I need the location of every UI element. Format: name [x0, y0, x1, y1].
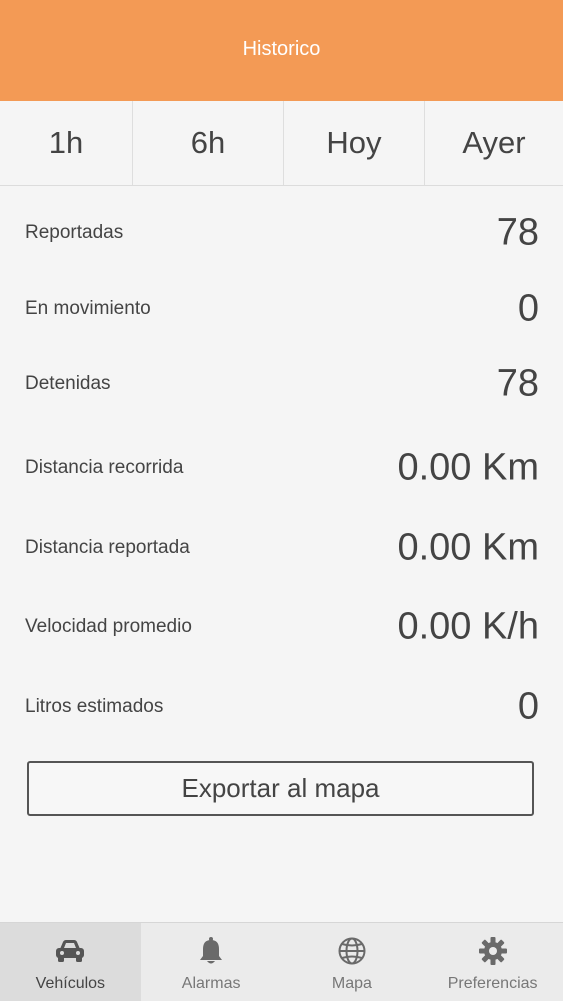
- stat-row-reportadas: Reportadas 78: [0, 203, 563, 263]
- stat-row-distancia-reportada: Distancia reportada 0.00 Km: [0, 518, 563, 578]
- stat-label: Litros estimados: [25, 696, 164, 717]
- stat-row-en-movimiento: En movimiento 0: [0, 279, 563, 339]
- stat-value: 0.00 K/h: [397, 605, 539, 648]
- stat-row-velocidad-promedio: Velocidad promedio 0.00 K/h: [0, 597, 563, 657]
- stat-label: Detenidas: [25, 373, 111, 394]
- stat-label: Distancia reportada: [25, 537, 190, 558]
- stat-value: 0.00 Km: [397, 526, 539, 569]
- stat-row-litros-estimados: Litros estimados 0: [0, 677, 563, 737]
- nav-label: Mapa: [331, 975, 372, 992]
- stat-value: 0: [517, 287, 539, 330]
- bell-icon: [195, 935, 227, 967]
- tab-hoy[interactable]: Hoy: [284, 101, 425, 185]
- tab-1h[interactable]: 1h: [0, 101, 133, 185]
- stat-label: En movimiento: [25, 298, 151, 319]
- nav-item-alarmas[interactable]: Alarmas: [141, 923, 282, 1001]
- nav-label: Alarmas: [181, 975, 241, 992]
- tab-ayer[interactable]: Ayer: [425, 101, 563, 185]
- stat-label: Velocidad promedio: [25, 616, 192, 637]
- stat-value: 78: [496, 362, 539, 405]
- car-icon: [54, 935, 86, 967]
- stat-value: 78: [496, 211, 539, 254]
- app-header: Historico: [0, 0, 563, 101]
- page-title: Historico: [242, 38, 321, 60]
- nav-item-mapa[interactable]: Mapa: [282, 923, 423, 1001]
- bottom-nav: Vehículos Alarmas Mapa Preferencias: [0, 922, 563, 1001]
- gear-icon: [477, 935, 509, 967]
- tab-6h[interactable]: 6h: [133, 101, 284, 185]
- time-range-tabs: 1h 6h Hoy Ayer: [0, 101, 563, 186]
- stat-row-distancia-recorrida: Distancia recorrida 0.00 Km: [0, 438, 563, 498]
- nav-item-vehiculos[interactable]: Vehículos: [0, 923, 141, 1001]
- nav-label: Vehículos: [35, 975, 106, 992]
- nav-label: Preferencias: [447, 975, 538, 992]
- export-to-map-button[interactable]: Exportar al mapa: [27, 761, 534, 816]
- globe-icon: [336, 935, 368, 967]
- nav-item-preferencias[interactable]: Preferencias: [422, 923, 563, 1001]
- stat-value: 0.00 Km: [397, 446, 539, 489]
- stat-label: Distancia recorrida: [25, 457, 184, 478]
- stat-row-detenidas: Detenidas 78: [0, 354, 563, 414]
- stat-label: Reportadas: [25, 222, 124, 243]
- stat-value: 0: [517, 685, 539, 728]
